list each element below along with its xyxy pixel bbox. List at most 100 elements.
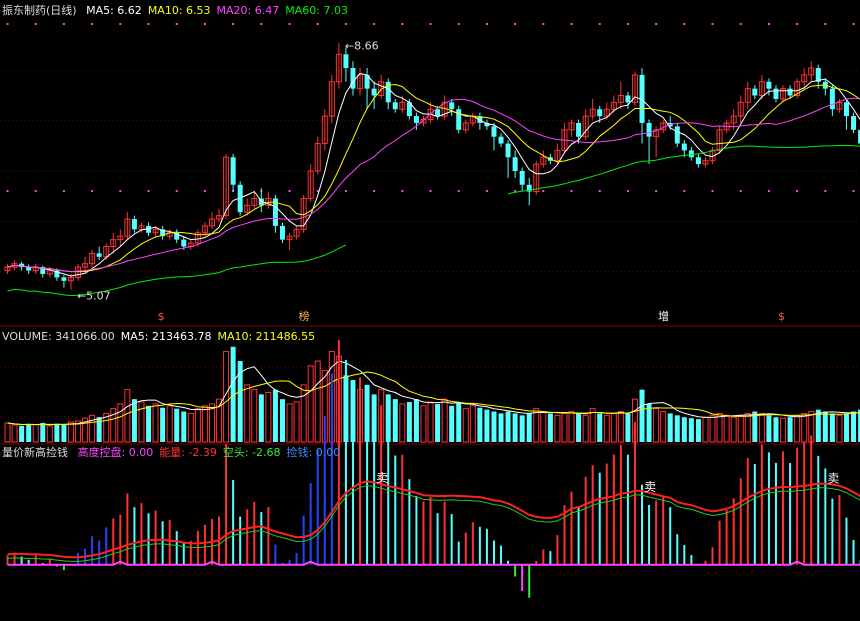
candle-body [675,126,680,143]
volume-bar [738,415,743,442]
volume-bar [188,413,193,442]
volume-bar [442,399,447,442]
volume-bar [675,415,680,442]
volume-bar [710,415,715,442]
dot-mark [35,190,37,192]
volume-bar [484,410,489,442]
dot-mark [119,190,121,192]
dot-mark [345,190,347,192]
volume-indicators: VOLUME: 341066.00MA5: 213463.78MA10: 211… [2,330,321,343]
volume-bar [717,413,722,442]
candle-body [435,109,440,116]
dot-mark [796,23,798,25]
volume-bar [759,413,764,442]
dot-mark [176,23,178,25]
dot-mark [768,23,770,25]
sell-label: 卖 [644,480,656,494]
volume-bar [513,413,518,442]
dot-mark [401,190,403,192]
volume-bar [61,425,66,442]
event-marker: 增 [658,309,669,323]
volume-bar [506,412,511,442]
candle-body [689,150,694,157]
dot-mark [458,23,460,25]
volume-bar [647,404,652,442]
signal-indicator: 捡钱: 0.00 [287,446,341,459]
volume-bar [181,412,186,442]
candle-body [520,171,525,185]
volume-bar [703,417,708,442]
volume-bar [823,412,828,442]
volume-bar [315,361,320,442]
stock-chart[interactable]: ←8.66←5.07$榜增$卖卖卖 [0,0,860,618]
dot-mark [317,23,319,25]
dot-mark [627,23,629,25]
candle-body [625,96,630,103]
candle-body [372,89,377,96]
sell-label: 卖 [827,471,839,485]
candle-body [752,89,757,96]
volume-bar [125,390,130,442]
signal-indicator: 高度控盘: 0.00 [78,446,154,459]
volume-bar [802,413,807,442]
candle-body [576,123,581,137]
volume-bar [534,409,539,442]
event-marker: 榜 [299,309,310,323]
candle-body [414,116,419,123]
candle-body [343,54,348,68]
volume-indicator: MA10: 211486.55 [217,330,315,343]
dot-mark [63,23,65,25]
volume-bar [654,409,659,442]
volume-bar [541,412,546,442]
price-indicator: MA60: 7.03 [285,4,348,17]
stock-title: 振东制药(日线) [2,4,77,17]
ma10-line [8,85,860,272]
candle-body [696,157,701,164]
volume-bar [146,406,151,442]
low-price-label: ←5.07 [77,290,111,303]
sell-label: 卖 [376,471,388,485]
volume-bar [202,406,207,442]
dot-mark [824,23,826,25]
dot-mark [486,23,488,25]
volume-bar [795,415,800,442]
volume-bar [555,415,560,442]
dot-mark [91,23,93,25]
volume-bar [569,412,574,442]
volume-bar [696,419,701,442]
dot-mark [63,190,65,192]
signal-title: 量价新高捡钱 [2,446,68,459]
volume-indicator: MA5: 213463.78 [121,330,212,343]
dot-mark [514,23,516,25]
volume-bar [5,423,10,442]
dot-mark [824,190,826,192]
volume-bar [273,390,278,442]
volume-bar [421,406,426,442]
dot-mark [683,190,685,192]
volume-bar [682,417,687,442]
candle-body [26,267,31,270]
volume-bar [618,412,623,442]
volume-bar [245,385,250,442]
volume-bar [456,402,461,442]
candle-body [513,157,518,171]
volume-bar [33,425,38,442]
candle-body [766,82,771,89]
volume-bar [47,426,52,442]
volume-bar [287,404,292,442]
volume-bar [393,399,398,442]
price-panel-header: 振东制药(日线) MA5: 6.62MA10: 6.53MA20: 6.47MA… [2,4,360,18]
volume-bar [68,422,73,442]
volume-bar [520,415,525,442]
chart-stage[interactable]: ←8.66←5.07$榜增$卖卖卖 振东制药(日线) MA5: 6.62MA10… [0,0,860,618]
ma20-line [8,98,860,272]
candle-body [181,240,186,247]
volume-bar [301,385,306,442]
volume-bar [90,415,95,442]
candle-body [491,126,496,136]
volume-bar [435,404,440,442]
volume-bar [477,408,482,442]
volume-bar [252,390,257,442]
high-price-label: ←8.66 [345,39,379,52]
dot-mark [232,23,234,25]
